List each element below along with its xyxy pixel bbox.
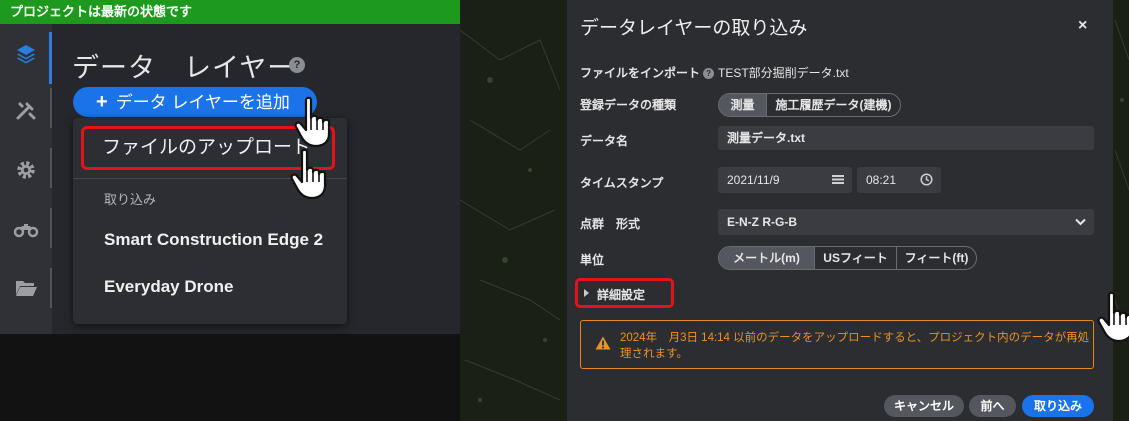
reprocess-warning-box: 2024年 月3日 14:14 以前のデータをアップロードすると、プロジェクト内… xyxy=(580,320,1094,369)
unit-label: 単位 xyxy=(580,253,605,267)
warning-message: 2024年 月3日 14:14 以前のデータをアップロードすると、プロジェクト内… xyxy=(620,332,1090,360)
rail-survey-tools-button[interactable] xyxy=(0,84,52,136)
time-value: 08:21 xyxy=(866,173,897,187)
unit-us-feet-option[interactable]: USフィート xyxy=(814,247,896,269)
right-panel: データレイヤーの取り込み × ファイルをインポート? TEST部分掘削データ.t… xyxy=(460,0,1129,421)
date-input[interactable]: 2021/11/9 xyxy=(718,167,852,193)
chevron-down-icon xyxy=(1075,218,1086,226)
registration-type-label: 登録データの種類 xyxy=(580,98,677,112)
project-status-bar: プロジェクトは最新の状態です xyxy=(0,0,460,24)
rail-files-button[interactable] xyxy=(0,262,52,314)
dialog-title: データレイヤーの取り込み xyxy=(580,18,808,39)
unit-meter-option[interactable]: メートル(m) xyxy=(719,247,814,269)
import-button[interactable]: 取り込み xyxy=(1022,395,1094,417)
clock-icon xyxy=(920,173,933,186)
data-name-input[interactable]: 測量データ.txt xyxy=(718,126,1094,150)
import-file-name: TEST部分掘削データ.txt xyxy=(718,66,849,80)
help-icon[interactable]: ? xyxy=(289,57,305,73)
registration-type-toggle: 測量 施工履歴データ(建機) xyxy=(718,93,901,117)
point-format-label: 点群 形式 xyxy=(580,217,641,231)
rail-drone-button[interactable] xyxy=(0,204,52,256)
import-file-label: ファイルをインポート? xyxy=(580,64,715,81)
pointer-hand-icon xyxy=(290,148,327,200)
menu-item-smart-construction-edge[interactable]: Smart Construction Edge 2 xyxy=(104,230,323,250)
pointer-hand-icon xyxy=(294,96,331,148)
timestamp-label: タイムスタンプ xyxy=(580,176,664,190)
date-value: 2021/11/9 xyxy=(727,173,780,187)
advanced-settings-toggle[interactable]: 詳細設定 xyxy=(575,278,674,308)
calendar-icon xyxy=(832,175,844,184)
point-format-value: E-N-Z R-G-B xyxy=(727,215,797,229)
advanced-settings-label: 詳細設定 xyxy=(597,288,646,302)
layers-icon xyxy=(17,45,35,64)
close-icon[interactable]: × xyxy=(1078,17,1087,35)
left-panel: プロジェクトは最新の状態です データ レイヤー ? + データ レイヤーを追加 … xyxy=(0,0,460,421)
menu-item-everyday-drone[interactable]: Everyday Drone xyxy=(104,277,233,297)
side-rail xyxy=(0,24,52,334)
pointer-hand-icon xyxy=(1097,291,1129,343)
data-name-label: データ名 xyxy=(580,134,629,148)
add-data-layer-label: データ レイヤーを追加 xyxy=(115,93,290,112)
import-file-label-text: ファイルをインポート xyxy=(580,66,701,80)
gear-icon xyxy=(17,161,35,179)
add-data-layer-button[interactable]: + データ レイヤーを追加 xyxy=(73,87,317,117)
menu-section-header: 取り込み xyxy=(104,192,157,207)
import-data-layer-dialog: データレイヤーの取り込み × ファイルをインポート? TEST部分掘削データ.t… xyxy=(567,0,1113,421)
point-format-select[interactable]: E-N-Z R-G-B xyxy=(718,209,1094,235)
page-title: データ レイヤー xyxy=(72,53,296,83)
drone-icon xyxy=(13,224,39,238)
survey-tools-icon xyxy=(16,102,36,120)
time-input[interactable]: 08:21 xyxy=(857,167,941,193)
back-button[interactable]: 前へ xyxy=(969,395,1016,417)
registration-type-machine-history-option[interactable]: 施工履歴データ(建機) xyxy=(766,94,900,116)
cancel-button[interactable]: キャンセル xyxy=(884,395,964,417)
rail-layers-button[interactable] xyxy=(0,28,52,84)
unit-toggle: メートル(m) USフィート フィート(ft) xyxy=(718,246,977,270)
unit-feet-option[interactable]: フィート(ft) xyxy=(896,247,976,269)
plus-icon: + xyxy=(96,91,108,113)
folder-open-icon xyxy=(16,281,37,296)
help-icon[interactable]: ? xyxy=(703,68,715,79)
registration-type-survey-option[interactable]: 測量 xyxy=(719,94,766,116)
caret-right-icon xyxy=(584,289,589,297)
rail-settings-button[interactable] xyxy=(0,144,52,196)
warning-icon xyxy=(595,336,611,350)
